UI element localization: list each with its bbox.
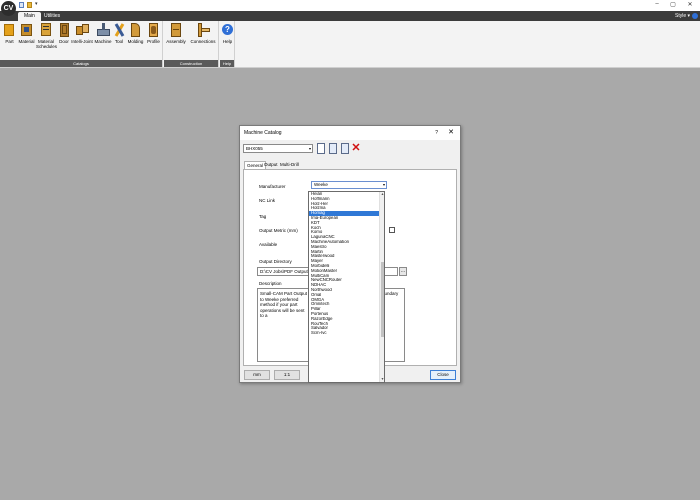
help-button[interactable]: ? Help bbox=[221, 23, 234, 44]
dialog-help-button[interactable]: ? bbox=[435, 126, 438, 140]
assembly-icon bbox=[170, 23, 183, 37]
description-label: Description bbox=[259, 281, 282, 286]
ribbon-group-catalogs: Part Material Material Schedules Door In… bbox=[0, 21, 163, 67]
nc-link-label: NC Link bbox=[259, 198, 276, 203]
tool-button[interactable]: Tool bbox=[113, 23, 125, 44]
manufacturer-label: Manufacturer bbox=[259, 184, 286, 189]
close-window-button[interactable]: ✕ bbox=[683, 1, 697, 8]
app-logo[interactable]: CV bbox=[1, 1, 16, 16]
connections-icon bbox=[197, 23, 210, 37]
material-button[interactable]: Material bbox=[18, 23, 35, 44]
paste-document-icon[interactable] bbox=[341, 143, 349, 154]
door-button[interactable]: Door bbox=[58, 23, 70, 44]
manufacturer-dropdown-list[interactable]: Heian Hoffmann Holz-Her Holzma Homag Ima-Euro… bbox=[308, 191, 385, 383]
description-text: Small-CAM Part Output to Weeke preferred… bbox=[260, 291, 308, 318]
copy-document-icon[interactable] bbox=[329, 143, 337, 154]
manufacturer-options: Heian Hoffmann Holz-Her Holzma Homag Ima-Euro… bbox=[309, 192, 384, 336]
group-label-catalogs: Catalogs bbox=[0, 60, 162, 67]
tab-multi-drill[interactable]: Multi-Drill bbox=[278, 161, 301, 169]
save-icon[interactable] bbox=[19, 2, 24, 8]
profile-icon bbox=[147, 23, 160, 37]
help-circle-icon[interactable] bbox=[692, 13, 698, 19]
help-icon: ? bbox=[221, 23, 234, 37]
output-directory-label: Output Directory bbox=[259, 259, 292, 264]
part-icon bbox=[3, 23, 16, 37]
profile-button[interactable]: Profile bbox=[146, 23, 161, 44]
output-metric-label: Output Metric (mm) bbox=[259, 228, 298, 233]
style-menu[interactable]: Style ▾ bbox=[675, 12, 690, 21]
material-schedules-icon bbox=[40, 23, 53, 37]
scroll-down-icon[interactable]: ▼ bbox=[380, 377, 384, 382]
scroll-up-icon[interactable]: ▲ bbox=[380, 192, 384, 197]
group-label-construction: Construction bbox=[164, 60, 218, 67]
open-folder-icon[interactable] bbox=[27, 2, 32, 8]
material-icon bbox=[20, 23, 33, 37]
ribbon-tab-bar: Main Utilities Style ▾ bbox=[0, 11, 700, 21]
assembly-button[interactable]: Assembly bbox=[166, 23, 186, 44]
tag-label: Tag bbox=[259, 214, 267, 219]
dialog-title: Machine Catalog bbox=[240, 126, 460, 140]
dropdown-option[interactable]: Scm-Ivc bbox=[309, 331, 384, 336]
chevron-down-icon: ▾ bbox=[308, 146, 311, 151]
machine-icon bbox=[96, 23, 110, 37]
dropdown-scrollbar[interactable]: ▲ ▼ bbox=[379, 192, 384, 382]
machine-button[interactable]: Machine bbox=[94, 23, 112, 44]
quick-access-dropdown-icon[interactable]: ▾ bbox=[35, 1, 38, 7]
tab-utilities[interactable]: Utilities bbox=[38, 12, 66, 21]
scrollbar-thumb[interactable] bbox=[381, 262, 384, 337]
delete-icon[interactable]: ✕ bbox=[351, 143, 361, 154]
group-label-help: Help bbox=[220, 60, 234, 67]
connections-button[interactable]: Connections bbox=[189, 23, 217, 44]
intelli-joint-icon bbox=[75, 23, 89, 37]
title-bar: CV ▾ – ▢ ✕ bbox=[0, 0, 700, 16]
machine-select[interactable]: BHX055 ▾ bbox=[243, 144, 313, 153]
intelli-joint-button[interactable]: Intelli-Joint bbox=[71, 23, 93, 44]
ribbon-group-construction: Assembly Connections Construction bbox=[164, 21, 219, 67]
chevron-down-icon: ▾ bbox=[382, 182, 385, 187]
output-metric-checkbox[interactable] bbox=[389, 227, 395, 233]
door-icon bbox=[58, 23, 71, 37]
browse-button[interactable]: ... bbox=[399, 267, 407, 276]
material-schedules-button[interactable]: Material Schedules bbox=[36, 23, 57, 49]
tool-icon bbox=[113, 23, 126, 37]
part-button[interactable]: Part bbox=[3, 23, 16, 44]
available-label: Available bbox=[259, 242, 278, 247]
dialog-close-button[interactable]: ✕ bbox=[448, 126, 454, 140]
new-document-icon[interactable] bbox=[317, 143, 325, 154]
minimize-button[interactable]: – bbox=[650, 1, 664, 7]
tab-output[interactable]: Output bbox=[262, 161, 280, 169]
ribbon: Part Material Material Schedules Door In… bbox=[0, 21, 700, 68]
manufacturer-select[interactable]: Weeke ▾ bbox=[311, 181, 387, 189]
close-button[interactable]: Close bbox=[430, 370, 456, 380]
one-to-one-button[interactable]: 1:1 bbox=[274, 370, 300, 380]
maximize-button[interactable]: ▢ bbox=[666, 1, 680, 8]
ribbon-group-help: ? Help Help bbox=[220, 21, 235, 67]
molding-icon bbox=[129, 23, 142, 37]
mm-button[interactable]: mm bbox=[244, 370, 270, 380]
molding-button[interactable]: Molding bbox=[126, 23, 145, 44]
